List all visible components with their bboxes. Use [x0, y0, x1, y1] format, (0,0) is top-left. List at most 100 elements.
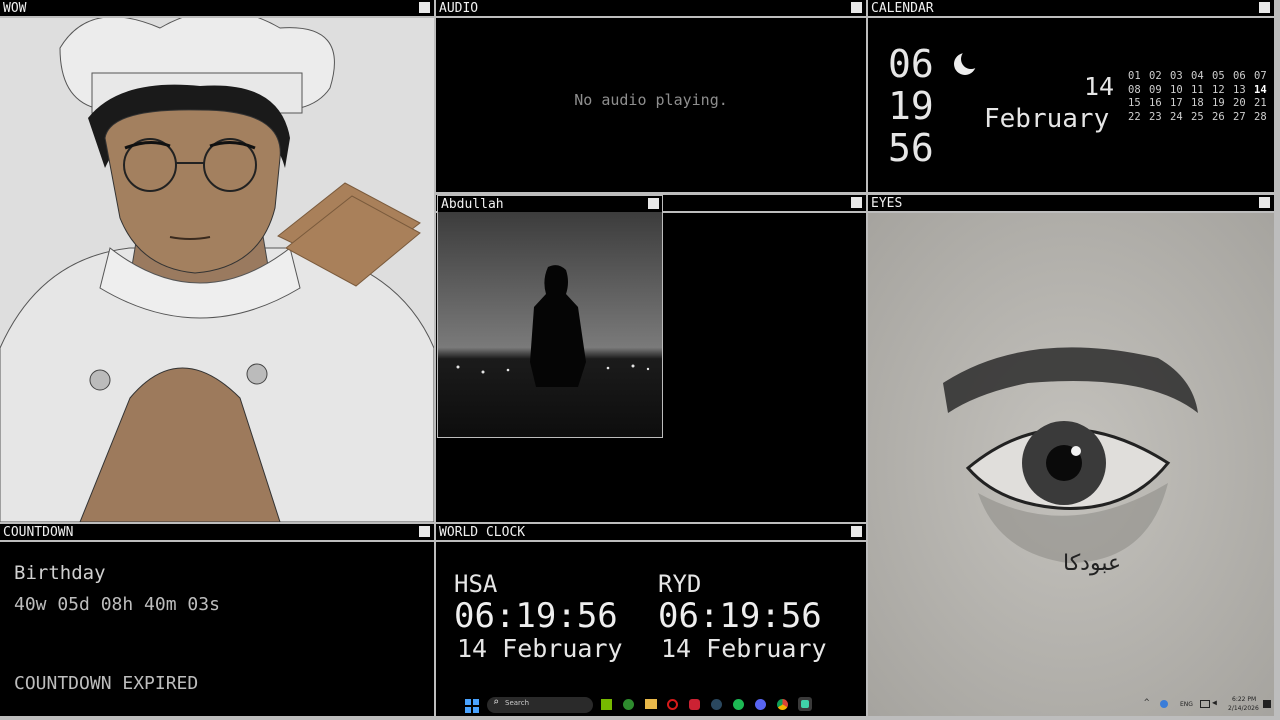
eye-sketch: [868, 213, 1274, 716]
abdullah-photo: [438, 212, 662, 437]
clock-city: RYD: [658, 570, 702, 598]
system-tray: ^ ENG ◀ 6:22 PM 2/14/2026: [1140, 696, 1276, 716]
calendar-title: CALENDAR: [871, 1, 934, 16]
abdullah-close-button[interactable]: [648, 198, 659, 209]
tray-app-icon[interactable]: [1160, 700, 1168, 708]
world-clock-content: HSA 06:19:56 14 February RYD 06:19:56 14…: [436, 542, 866, 716]
audio-close-button[interactable]: [851, 2, 862, 13]
clock-city: HSA: [454, 570, 498, 598]
eyes-close-button[interactable]: [1259, 197, 1270, 208]
calendar-day-cell[interactable]: 07: [1254, 70, 1275, 84]
calendar-close-button[interactable]: [1259, 2, 1270, 13]
calendar-second: 56: [888, 126, 934, 170]
calendar-day-cell[interactable]: 05: [1212, 70, 1233, 84]
volume-icon[interactable]: ◀: [1212, 698, 1217, 707]
calendar-day-cell[interactable]: 15: [1128, 97, 1149, 111]
calendar-week-row: 15 16 17 18 19 20 21: [1128, 97, 1275, 111]
calendar-day-cell[interactable]: 14: [1254, 84, 1275, 98]
calendar-day-cell[interactable]: 23: [1149, 111, 1170, 125]
eye-drawing: عبودكا: [868, 213, 1274, 716]
calendar-day-cell[interactable]: 09: [1149, 84, 1170, 98]
calendar-day-cell[interactable]: 03: [1170, 70, 1191, 84]
calendar-month: February: [984, 104, 1110, 134]
audio-status: No audio playing.: [574, 91, 728, 109]
countdown-event: Birthday: [14, 562, 106, 584]
blank-close-button[interactable]: [851, 197, 862, 208]
abdullah-title: Abdullah: [441, 197, 504, 212]
eyes-widget: EYES عبودكا: [868, 195, 1274, 716]
calendar-day-cell[interactable]: 08: [1128, 84, 1149, 98]
moon-icon: [950, 49, 981, 79]
opera-icon[interactable]: [667, 699, 678, 710]
clock-time: 06:19:56: [658, 596, 822, 636]
calendar-day-cell[interactable]: 12: [1212, 84, 1233, 98]
calendar-day-cell[interactable]: 06: [1233, 70, 1254, 84]
calendar-day-cell[interactable]: 25: [1191, 111, 1212, 125]
chef-drawing: [0, 10, 434, 522]
chrome-icon[interactable]: [777, 699, 788, 710]
discord-icon[interactable]: [755, 699, 766, 710]
world-clock-titlebar[interactable]: WORLD CLOCK: [436, 524, 866, 542]
calendar-day-cell[interactable]: 02: [1149, 70, 1170, 84]
calendar-day-cell[interactable]: 11: [1191, 84, 1212, 98]
calendar-day-cell[interactable]: 17: [1170, 97, 1191, 111]
active-app-icon[interactable]: [798, 697, 812, 711]
clock-date: 14 February: [457, 634, 623, 663]
countdown-remaining: 40w 05d 08h 40m 03s: [14, 594, 220, 615]
taskbar-search-box[interactable]: ⌕ Search: [487, 697, 593, 713]
calendar-hour: 06: [888, 42, 934, 86]
search-icon: ⌕: [493, 697, 500, 708]
abdullah-widget: Abdullah: [437, 195, 663, 438]
steam-icon[interactable]: [711, 699, 722, 710]
calendar-day-cell[interactable]: 28: [1254, 111, 1275, 125]
audio-widget: AUDIO No audio playing.: [436, 0, 866, 192]
calendar-day-cell[interactable]: 13: [1233, 84, 1254, 98]
world-clock-close-button[interactable]: [851, 526, 862, 537]
xbox-icon[interactable]: [623, 699, 634, 710]
calendar-day-cell[interactable]: 26: [1212, 111, 1233, 125]
nvidia-icon[interactable]: [601, 699, 612, 710]
audio-content: No audio playing.: [436, 18, 866, 192]
chef-illustration: [0, 10, 434, 522]
countdown-content: Birthday 40w 05d 08h 40m 03s COUNTDOWN E…: [0, 542, 434, 716]
calendar-day-cell[interactable]: 01: [1128, 70, 1149, 84]
calendar-week-row: 01 02 03 04 05 06 07: [1128, 70, 1275, 84]
windows-start-icon[interactable]: [465, 698, 479, 713]
calendar-day: 14: [1084, 72, 1115, 101]
eyes-title: EYES: [871, 196, 903, 211]
eyes-titlebar[interactable]: EYES: [868, 195, 1274, 213]
tray-date[interactable]: 2/14/2026: [1228, 705, 1259, 712]
calendar-day-cell[interactable]: 18: [1191, 97, 1212, 111]
calendar-day-cell[interactable]: 10: [1170, 84, 1191, 98]
artist-signature: عبودكا: [1063, 551, 1122, 576]
notification-icon[interactable]: [1263, 700, 1271, 708]
calendar-day-cell[interactable]: 27: [1233, 111, 1254, 125]
chevron-up-icon[interactable]: ^: [1144, 698, 1149, 708]
wow-titlebar[interactable]: WOW: [0, 0, 434, 18]
countdown-close-button[interactable]: [419, 526, 430, 537]
app-red-icon[interactable]: [689, 699, 700, 710]
clock-time: 06:19:56: [454, 596, 618, 636]
calendar-day-cell[interactable]: 20: [1233, 97, 1254, 111]
spotify-icon[interactable]: [733, 699, 744, 710]
calendar-day-cell[interactable]: 22: [1128, 111, 1149, 125]
tray-time[interactable]: 6:22 PM: [1232, 696, 1256, 703]
calendar-day-cell[interactable]: 04: [1191, 70, 1212, 84]
calendar-titlebar[interactable]: CALENDAR: [868, 0, 1274, 18]
language-indicator[interactable]: ENG: [1180, 701, 1193, 708]
countdown-titlebar[interactable]: COUNTDOWN: [0, 524, 434, 542]
silhouette-photo: [438, 212, 662, 437]
wow-close-button[interactable]: [419, 2, 430, 13]
calendar-week-row: 22 23 24 25 26 27 28: [1128, 111, 1275, 125]
audio-titlebar[interactable]: AUDIO: [436, 0, 866, 18]
calendar-day-cell[interactable]: 21: [1254, 97, 1275, 111]
countdown-title: COUNTDOWN: [3, 525, 74, 540]
taskbar: ⌕ Search: [437, 694, 866, 716]
calendar-day-cell[interactable]: 19: [1212, 97, 1233, 111]
network-icon[interactable]: [1200, 700, 1210, 708]
calendar-day-cell[interactable]: 24: [1170, 111, 1191, 125]
file-explorer-icon[interactable]: [645, 699, 657, 709]
calendar-day-cell[interactable]: 16: [1149, 97, 1170, 111]
calendar-month-grid: 01 02 03 04 05 06 07 08 09 10 11 12 13 14 15 16 17 18 19 20…: [1128, 70, 1275, 124]
countdown-widget: COUNTDOWN Birthday 40w 05d 08h 40m 03s C…: [0, 524, 434, 716]
